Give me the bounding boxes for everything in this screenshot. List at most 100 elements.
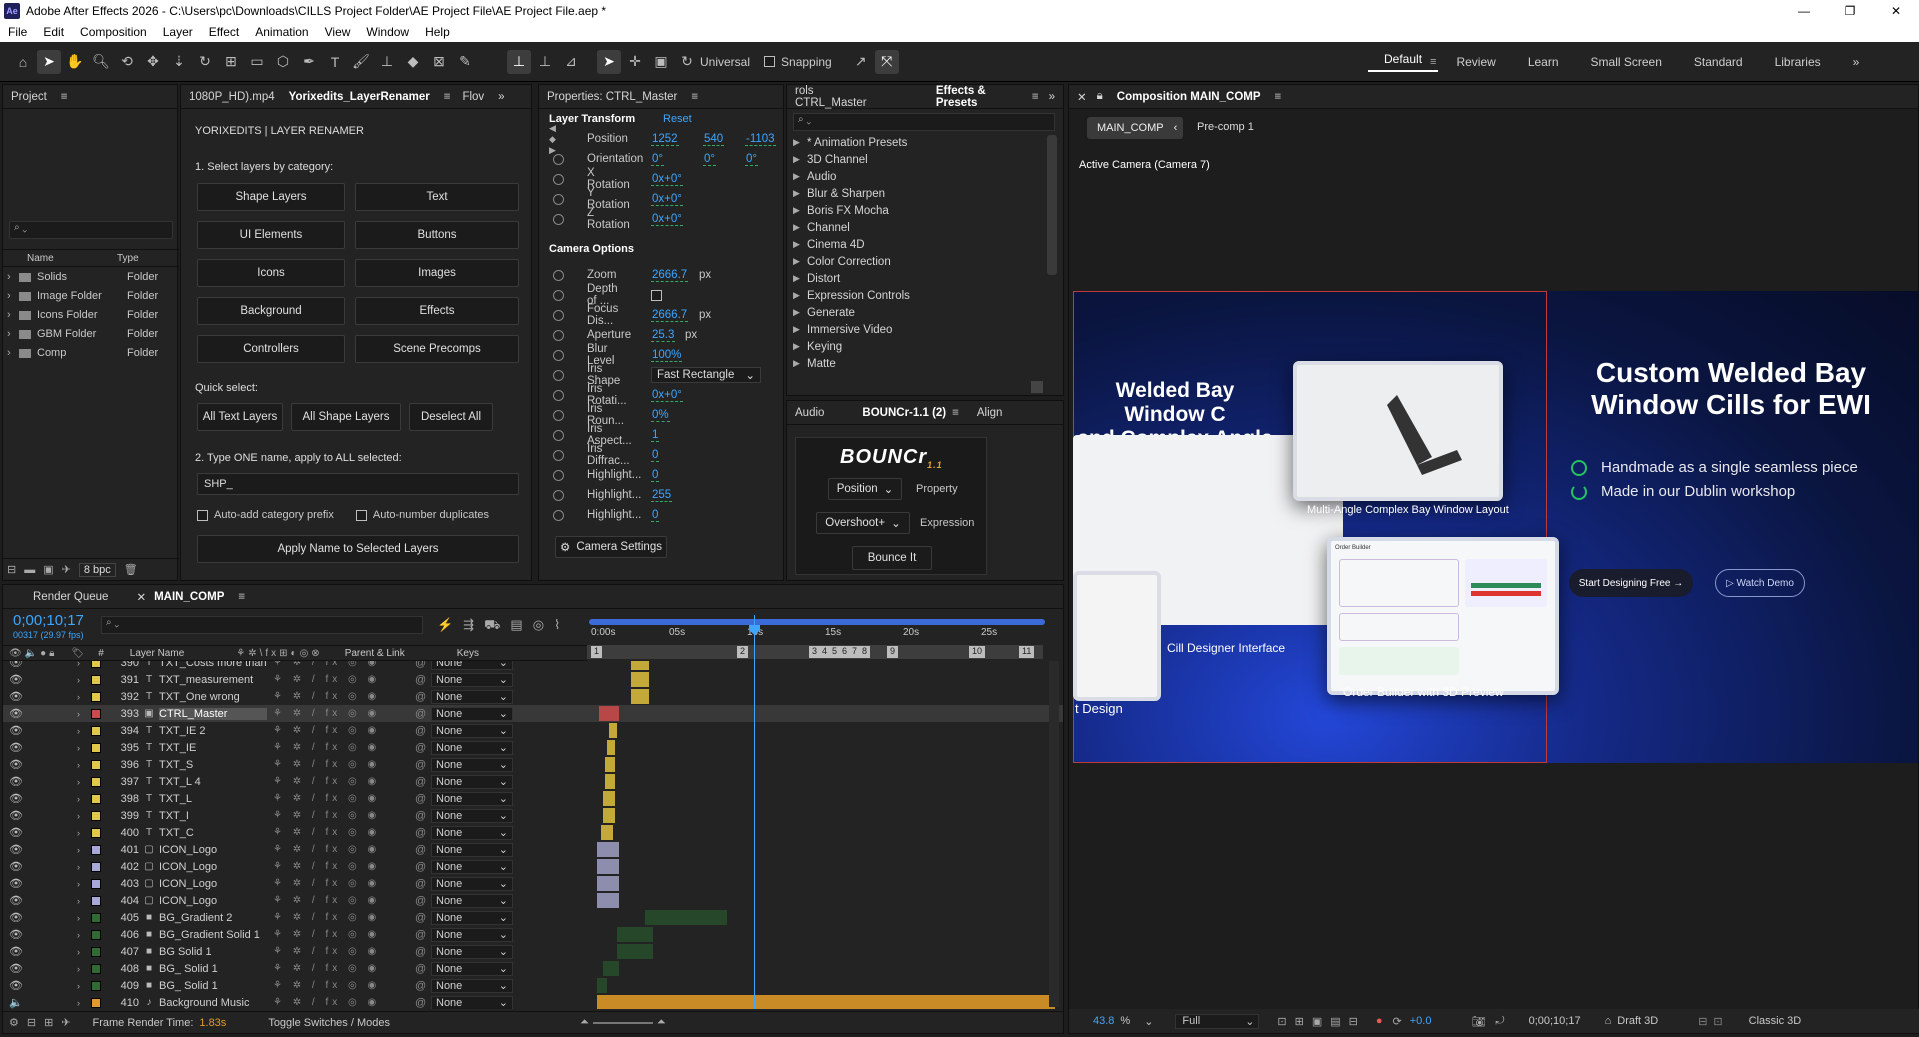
draft-3d-icon[interactable]: ⌂ <box>1605 1015 1612 1027</box>
tab-main-comp[interactable]: MAIN_COMP <box>154 591 224 603</box>
parent-select[interactable]: None ⌄ <box>431 961 513 976</box>
layer-switches[interactable]: ⚘ ✲ / fx ◎ ◉ <box>273 878 380 889</box>
images-button[interactable]: Images <box>355 259 519 287</box>
label-color-swatch[interactable] <box>91 793 101 804</box>
layer-switches[interactable]: ⚘ ✲ / fx ◎ ◉ <box>273 963 380 974</box>
comp-marker[interactable]: 11 <box>1019 646 1035 658</box>
comp-marker[interactable]: 9 <box>887 646 899 658</box>
panel-menu-icon[interactable]: ≡ <box>61 91 68 103</box>
twirl-arrow-icon[interactable]: › <box>77 794 80 804</box>
reset-exposure-icon[interactable]: ⟳ <box>1393 1015 1402 1028</box>
orbit-camera-icon[interactable]: ⟲ <box>115 50 139 74</box>
stopwatch-icon[interactable] <box>553 389 564 401</box>
layer-name[interactable]: BG_Gradient Solid 1 <box>159 929 267 941</box>
pen-tool-icon[interactable]: ✒ <box>297 50 321 74</box>
visibility-toggle-icon[interactable]: 👁 <box>9 877 23 890</box>
layer-name[interactable]: TXT_I <box>159 810 267 822</box>
effect-category[interactable]: ▶ Cinema 4D <box>793 236 1043 253</box>
stopwatch-icon[interactable] <box>553 449 564 461</box>
layer-duration-bar[interactable] <box>597 995 1055 1009</box>
table-row[interactable]: 👁 › 404 ▢ ICON_Logo ⚘ ✲ / fx ◎ ◉ @ None ⌄ <box>3 892 1063 909</box>
expand-arrow-icon[interactable]: ▶ <box>793 154 807 165</box>
camera-prop-value[interactable]: 0 <box>651 469 660 482</box>
move-gizmo-icon[interactable]: ✛ <box>623 50 647 74</box>
pickwhip-icon[interactable]: @ <box>415 708 426 720</box>
tab-bouncr[interactable]: BOUNCr-1.1 (2) <box>862 407 946 419</box>
workspace-libraries[interactable]: Libraries <box>1759 55 1837 69</box>
camera-prop-value[interactable]: 0 <box>651 509 660 522</box>
layer-name[interactable]: TXT_IE <box>159 742 267 754</box>
label-color-swatch[interactable] <box>91 963 101 974</box>
layer-duration-bar[interactable] <box>603 791 615 806</box>
label-color-swatch[interactable] <box>91 844 101 855</box>
expand-arrow-icon[interactable]: ▶ <box>793 358 807 369</box>
menu-window[interactable]: Window <box>358 25 417 39</box>
visibility-toggle-icon[interactable]: 👁 <box>9 741 23 754</box>
twirl-arrow-icon[interactable]: › <box>77 692 80 702</box>
pickwhip-icon[interactable]: @ <box>415 776 426 788</box>
parent-select[interactable]: None ⌄ <box>431 876 513 891</box>
parent-select[interactable]: None ⌄ <box>431 661 513 670</box>
visibility-toggle-icon[interactable]: 👁 <box>9 690 23 703</box>
menu-animation[interactable]: Animation <box>247 25 316 39</box>
orientation-z-value[interactable]: 0° <box>745 153 758 166</box>
visibility-toggle-icon[interactable]: 👁 <box>9 911 23 924</box>
stopwatch-icon[interactable] <box>553 489 564 501</box>
layer-name[interactable]: Background Music <box>159 997 267 1009</box>
layer-duration-bar[interactable] <box>631 689 649 704</box>
expand-tabs-icon[interactable]: » <box>498 91 504 103</box>
shape-layers-button[interactable]: Shape Layers <box>197 183 345 211</box>
scene-precomps-button[interactable]: Scene Precomps <box>355 335 519 363</box>
parent-select[interactable]: None ⌄ <box>431 774 513 789</box>
new-preset-icon[interactable] <box>1031 381 1043 393</box>
orientation-x-value[interactable]: 0° <box>651 153 664 166</box>
clone-stamp-icon[interactable]: ⊥ <box>375 50 399 74</box>
table-row[interactable]: 👁 › 392 T TXT_One wrong ⚘ ✲ / fx ◎ ◉ @ None ⌄ <box>3 688 1063 705</box>
pickwhip-icon[interactable]: @ <box>415 963 426 975</box>
3d-view-icons[interactable]: ⊟⊡ <box>1698 1015 1728 1028</box>
parent-select[interactable]: None ⌄ <box>431 995 513 1009</box>
layer-name[interactable]: ICON_Logo <box>159 878 267 890</box>
effects-scrollbar[interactable] <box>1047 135 1057 275</box>
pickwhip-icon[interactable]: @ <box>415 810 426 822</box>
menu-layer[interactable]: Layer <box>155 25 201 39</box>
stopwatch-icon[interactable] <box>553 193 564 205</box>
depth-of-field-checkbox[interactable] <box>651 289 662 301</box>
reset-link[interactable]: Reset <box>663 113 692 125</box>
table-row[interactable]: 🔈 › 410 ♪ Background Music ⚘ ✲ / fx ◎ ◉ @ None ⌄ <box>3 994 1063 1009</box>
expression-select[interactable]: Overshoot+ ⌄ <box>816 512 910 534</box>
gizmo-select-icon[interactable]: ➤ <box>597 49 621 74</box>
layer-name[interactable]: TXT_L <box>159 793 267 805</box>
visibility-toggle-icon[interactable]: 👁 <box>9 860 23 873</box>
layer-name[interactable]: TXT_IE 2 <box>159 725 267 737</box>
layer-name-input[interactable]: SHP_ <box>197 473 519 495</box>
parent-select[interactable]: None ⌄ <box>431 672 513 687</box>
layer-duration-bar[interactable] <box>597 859 619 874</box>
twirl-arrow-icon[interactable]: › <box>77 879 80 889</box>
effects-button[interactable]: Effects <box>355 297 519 325</box>
label-color-swatch[interactable] <box>91 674 101 685</box>
table-row[interactable]: 👁 › 408 ■ BG_ Solid 1 ⚘ ✲ / fx ◎ ◉ @ None ⌄ <box>3 960 1063 977</box>
visibility-toggle-icon[interactable]: 👁 <box>9 775 23 788</box>
table-row[interactable]: 👁 › 393 ▣ CTRL_Master ⚘ ✲ / fx ◎ ◉ @ None ⌄ <box>3 705 1063 722</box>
table-row[interactable]: 👁 › 396 T TXT_S ⚘ ✲ / fx ◎ ◉ @ None ⌄ <box>3 756 1063 773</box>
layer-name[interactable]: TXT_One wrong <box>159 691 267 703</box>
expand-tabs-icon[interactable]: » <box>1049 91 1055 103</box>
layer-name[interactable]: TXT_S <box>159 759 267 771</box>
panel-menu-icon[interactable]: ≡ <box>952 407 959 419</box>
parent-select[interactable]: None ⌄ <box>431 944 513 959</box>
parent-select[interactable]: None ⌄ <box>431 927 513 942</box>
col-name-header[interactable]: Name <box>27 253 117 264</box>
visibility-toggle-icon[interactable]: 👁 <box>9 945 23 958</box>
expand-arrow-icon[interactable]: ▶ <box>793 239 807 250</box>
visibility-toggle-icon[interactable]: 👁 <box>9 826 23 839</box>
layer-name[interactable]: BG_Gradient 2 <box>159 912 267 924</box>
timeline-scrollbar[interactable] <box>1049 661 1059 1007</box>
table-row[interactable]: 👁 › 401 ▢ ICON_Logo ⚘ ✲ / fx ◎ ◉ @ None ⌄ <box>3 841 1063 858</box>
project-tab[interactable]: Project <box>11 91 47 103</box>
label-color-swatch[interactable] <box>91 810 101 821</box>
camera-prop-value[interactable]: 0 <box>651 449 660 462</box>
timeline-switch-icons[interactable]: ⚡⇶⛟▤◎⌇ <box>437 617 570 635</box>
tab-render-queue[interactable]: Render Queue <box>33 591 108 603</box>
effect-category[interactable]: ▶ Expression Controls <box>793 287 1043 304</box>
